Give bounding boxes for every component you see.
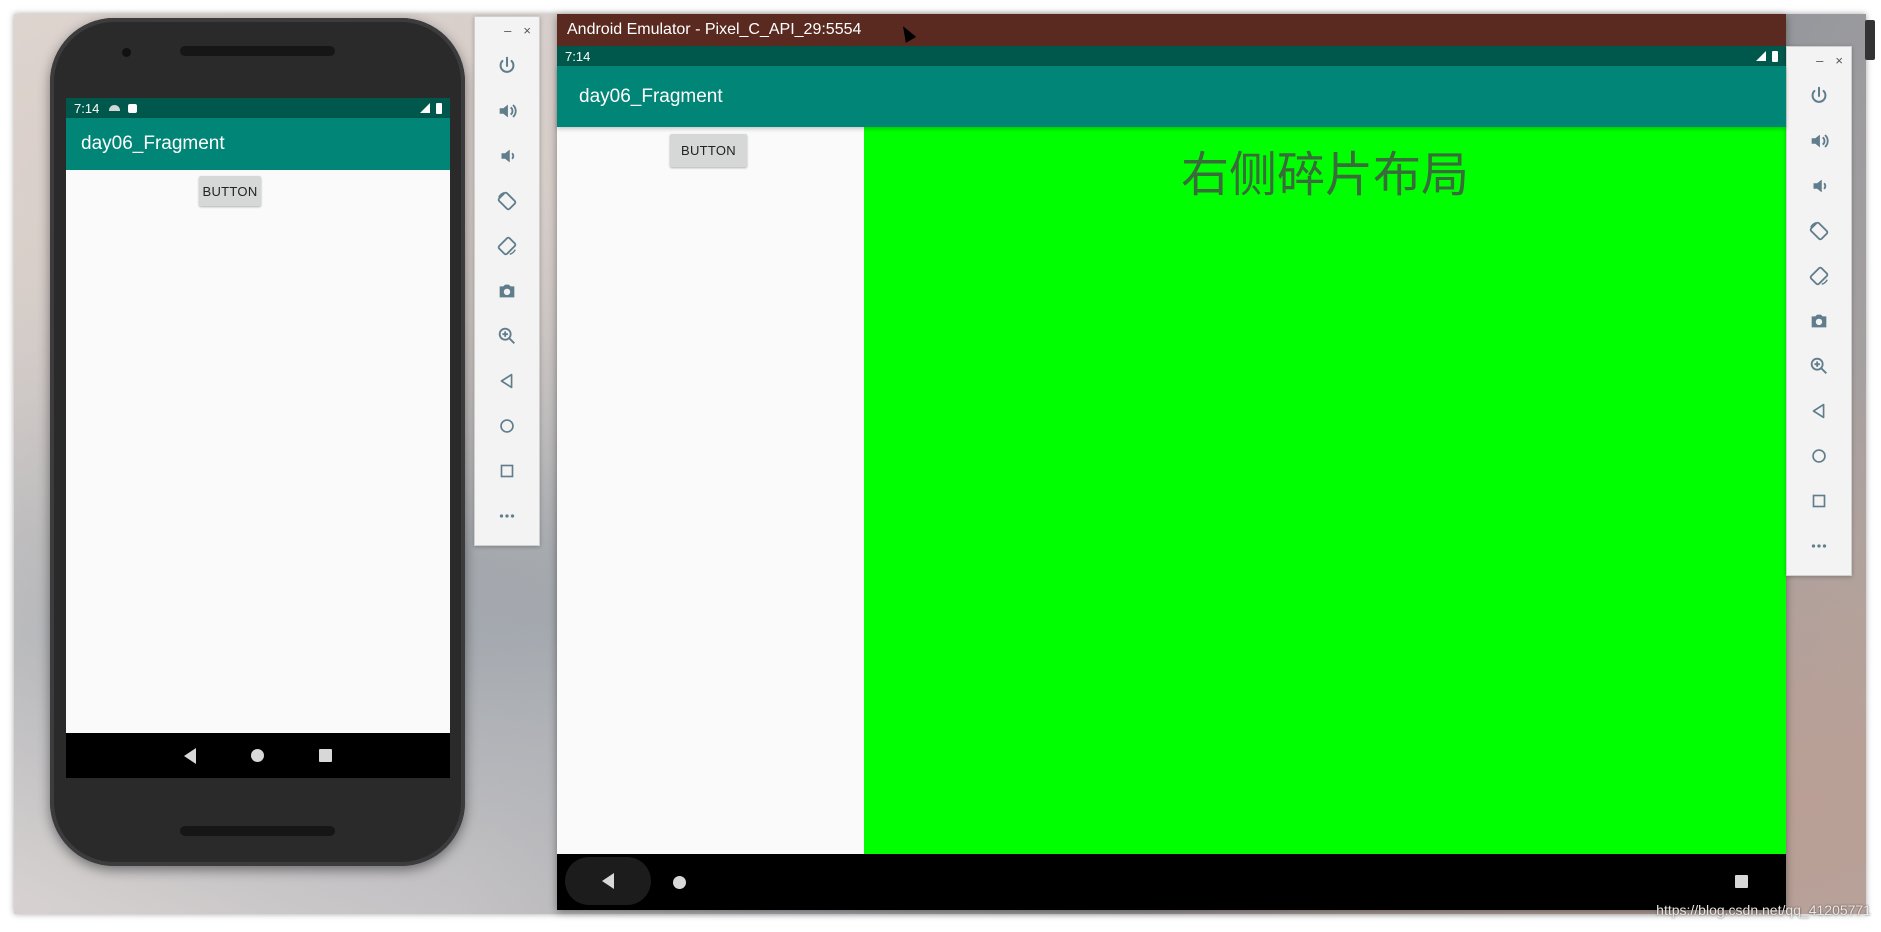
phone-speaker-bottom xyxy=(180,826,335,836)
battery-icon xyxy=(436,102,442,114)
rotate-left-icon[interactable] xyxy=(487,178,527,223)
tablet-status-bar: 7:14 xyxy=(557,46,1786,66)
tablet-signal-icon xyxy=(1756,51,1766,61)
overview-icon[interactable] xyxy=(487,448,527,493)
tablet-battery-icon xyxy=(1772,50,1778,62)
phone-nav-bar xyxy=(66,733,450,778)
more-icon[interactable] xyxy=(1799,523,1839,568)
toolbar2-close-button[interactable]: × xyxy=(1835,53,1843,68)
sd-card-icon xyxy=(128,103,138,113)
phone-app-title: day06_Fragment xyxy=(81,133,225,154)
rotate-right-icon[interactable] xyxy=(1799,253,1839,298)
left-fragment-button[interactable]: BUTTON xyxy=(670,134,747,167)
phone-speaker-top xyxy=(180,46,335,56)
nav-back-icon[interactable] xyxy=(183,747,196,764)
tablet-emulator-toolbar: – × xyxy=(1786,46,1852,576)
back-icon[interactable] xyxy=(1799,388,1839,433)
right-fragment-text: 右侧碎片布局 xyxy=(1180,147,1469,203)
rotate-right-icon[interactable] xyxy=(487,223,527,268)
signal-icon xyxy=(420,103,430,113)
wifi-icon xyxy=(109,105,121,111)
more-icon[interactable] xyxy=(487,493,527,538)
emulator-window-title: Android Emulator - Pixel_C_API_29:5554 xyxy=(567,21,862,38)
tablet-nav-back-icon xyxy=(602,873,614,889)
tablet-content: BUTTON 右侧碎片布局 xyxy=(557,127,1786,854)
phone-emulator-toolbar: – × xyxy=(474,16,540,546)
tablet-emulator-window: Android Emulator - Pixel_C_API_29:5554 7… xyxy=(557,14,1786,910)
watermark-text: https://blog.csdn.net/qq_41205771 xyxy=(1656,902,1871,918)
toolbar-minimize-button[interactable]: – xyxy=(504,23,511,38)
volume-down-icon[interactable] xyxy=(487,133,527,178)
edge-handle xyxy=(1865,20,1875,60)
overview-icon[interactable] xyxy=(1799,478,1839,523)
phone-emulator-device: 7:14 day06_Fragment BUTTON xyxy=(50,18,465,866)
tablet-app-title: day06_Fragment xyxy=(579,85,723,107)
left-fragment: BUTTON xyxy=(557,127,864,854)
toolbar2-minimize-button[interactable]: – xyxy=(1816,53,1823,68)
camera-icon[interactable] xyxy=(1799,298,1839,343)
toolbar2-window-controls: – × xyxy=(1787,47,1851,73)
power-icon[interactable] xyxy=(487,43,527,88)
volume-up-icon[interactable] xyxy=(487,88,527,133)
nav-recent-icon[interactable] xyxy=(319,749,333,762)
rotate-left-icon[interactable] xyxy=(1799,208,1839,253)
phone-status-bar: 7:14 xyxy=(66,98,450,118)
emulator-title-bar[interactable]: Android Emulator - Pixel_C_API_29:5554 xyxy=(557,14,1786,46)
zoom-in-icon[interactable] xyxy=(1799,343,1839,388)
right-fragment: 右侧碎片布局 xyxy=(864,127,1786,854)
back-icon[interactable] xyxy=(487,358,527,403)
tablet-nav-home-icon[interactable] xyxy=(673,876,686,889)
power-icon[interactable] xyxy=(1799,73,1839,118)
phone-content: BUTTON xyxy=(66,170,450,733)
phone-screen: 7:14 day06_Fragment BUTTON xyxy=(66,98,450,778)
nav-home-icon[interactable] xyxy=(250,749,264,762)
toolbar-window-controls: – × xyxy=(475,17,539,43)
volume-up-icon[interactable] xyxy=(1799,118,1839,163)
phone-button[interactable]: BUTTON xyxy=(199,176,261,206)
camera-icon[interactable] xyxy=(487,268,527,313)
volume-down-icon[interactable] xyxy=(1799,163,1839,208)
phone-status-time: 7:14 xyxy=(74,100,100,116)
tablet-status-time: 7:14 xyxy=(565,48,591,64)
tablet-nav-recent-icon[interactable] xyxy=(1735,875,1748,888)
tablet-nav-bar xyxy=(557,854,1786,910)
phone-app-bar: day06_Fragment xyxy=(66,118,450,170)
home-icon[interactable] xyxy=(487,403,527,448)
tablet-nav-back-button[interactable] xyxy=(565,857,651,905)
tablet-app-bar: day06_Fragment xyxy=(557,66,1786,127)
home-icon[interactable] xyxy=(1799,433,1839,478)
phone-camera xyxy=(122,48,131,57)
zoom-in-icon[interactable] xyxy=(487,313,527,358)
screen-root: 7:14 day06_Fragment BUTTON – × Android E… xyxy=(0,0,1881,932)
toolbar-close-button[interactable]: × xyxy=(523,23,531,38)
